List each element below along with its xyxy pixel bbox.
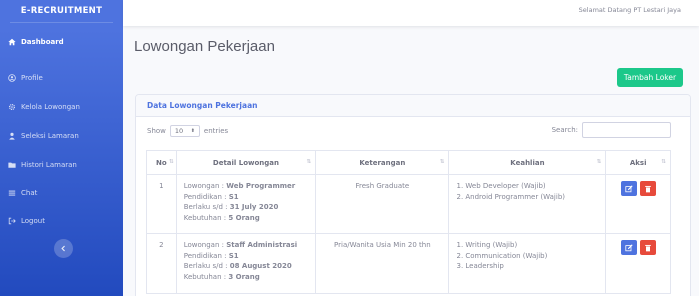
edit-icon xyxy=(625,243,633,252)
cell-aksi xyxy=(605,174,671,234)
header-label: No xyxy=(156,158,167,167)
sidebar-item-label: Kelola Lowongan xyxy=(21,103,80,111)
delete-button[interactable] xyxy=(639,181,656,196)
sidebar-item-chat[interactable]: Chat xyxy=(0,186,123,200)
skill-item: 2. Android Programmer (Wajib) xyxy=(456,192,565,201)
search-input[interactable] xyxy=(582,122,671,138)
edit-button[interactable] xyxy=(620,181,637,196)
skill-item: 1. Web Developer (Wajib) xyxy=(456,182,546,190)
sidebar-item-profile[interactable]: Profile xyxy=(0,71,123,85)
detail-value: 08 August 2020 xyxy=(229,262,292,270)
header-label: Detail Lowongan xyxy=(212,158,280,167)
header-keahlian[interactable]: Keahlian ⇅ xyxy=(448,150,607,175)
page-title: Lowongan Pekerjaan xyxy=(134,38,275,55)
header-no[interactable]: No ⇅ xyxy=(146,150,177,175)
sort-icon: ⇅ xyxy=(169,159,174,165)
sidebar-item-seleksi-lamaran[interactable]: Seleksi Lamaran xyxy=(0,129,123,143)
cell-keterangan: Fresh Graduate xyxy=(315,174,450,234)
detail-key: Kebutuhan : xyxy=(183,213,229,222)
detail-value: 31 July 2020 xyxy=(229,203,279,211)
sidebar-item-label: Seleksi Lamaran xyxy=(21,132,79,140)
detail-value: S1 xyxy=(228,192,239,201)
card-title: Data Lowongan Pekerjaan xyxy=(136,95,690,117)
detail-value: 3 Orang xyxy=(228,272,260,281)
detail-key: Pendidikan : xyxy=(183,192,229,201)
logout-icon xyxy=(8,217,16,225)
cell-keterangan: Pria/Wanita Usia Min 20 thn xyxy=(315,233,450,294)
detail-key: Berlaku s/d : xyxy=(183,262,230,270)
entries-value: 10 xyxy=(174,127,184,135)
chevron-left-icon xyxy=(60,245,67,252)
header-aksi[interactable]: Aksi ⇅ xyxy=(605,150,671,175)
skill-item: 3. Leadership xyxy=(456,262,504,270)
add-job-button[interactable]: Tambah Loker xyxy=(617,68,683,87)
sort-icon: ⇅ xyxy=(596,159,602,165)
folder-icon xyxy=(8,161,16,169)
cell-keahlian: 1. Writing (Wajib) 2. Communication (Waj… xyxy=(448,233,607,294)
sidebar-item-label: Histori Lamaran xyxy=(21,161,77,169)
sidebar-brand[interactable]: E-RECRUITMENT xyxy=(0,0,123,22)
detail-key: Lowongan : xyxy=(183,182,227,190)
sort-icon: ⇅ xyxy=(439,159,445,165)
edit-button[interactable] xyxy=(620,240,637,255)
trash-icon xyxy=(644,244,652,252)
show-label: Show xyxy=(147,127,166,135)
detail-value: Staff Administrasi xyxy=(226,241,298,249)
entries-select[interactable]: 10 ⬍ xyxy=(169,125,200,137)
skill-item: 2. Communication (Wajib) xyxy=(456,251,548,260)
sidebar-toggle-button[interactable] xyxy=(54,239,73,258)
table-row: 2 Lowongan : Staff Administrasi Pendidik… xyxy=(146,233,671,294)
sidebar-item-logout[interactable]: Logout xyxy=(0,214,123,228)
detail-key: Berlaku s/d : xyxy=(183,203,230,211)
trash-icon xyxy=(644,185,652,193)
detail-key: Pendidikan : xyxy=(183,251,229,260)
table-row: 1 Lowongan : Web Programmer Pendidikan :… xyxy=(146,174,671,234)
detail-key: Kebutuhan : xyxy=(183,272,229,281)
select-arrows-icon: ⬍ xyxy=(190,127,195,134)
sidebar-item-label: Profile xyxy=(21,74,43,82)
sort-icon: ⇅ xyxy=(661,159,666,165)
header-keterangan[interactable]: Keterangan ⇅ xyxy=(315,150,450,175)
edit-icon xyxy=(625,184,633,193)
topbar: Selamat Datang PT Lestari Jaya xyxy=(123,0,699,26)
job-table: No ⇅ Detail Lowongan ⇅ Keterangan ⇅ Keahlia… xyxy=(146,150,671,294)
sort-icon: ⇅ xyxy=(306,159,312,165)
home-icon xyxy=(8,38,16,46)
table-controls: Show 10 ⬍ entries Search: xyxy=(136,117,690,141)
sidebar-item-kelola-lowongan[interactable]: Kelola Lowongan xyxy=(0,100,123,114)
skill-item: 1. Writing (Wajib) xyxy=(456,241,518,249)
detail-value: 5 Orang xyxy=(228,213,260,222)
cell-keahlian: 1. Web Developer (Wajib) 2. Android Prog… xyxy=(448,174,607,234)
gear-icon xyxy=(8,103,16,111)
sidebar-item-label: Chat xyxy=(21,189,38,197)
show-entries: Show 10 ⬍ entries xyxy=(147,125,228,137)
header-label: Aksi xyxy=(629,158,647,167)
user-icon xyxy=(8,132,16,140)
detail-value: Web Programmer xyxy=(226,182,296,190)
delete-button[interactable] xyxy=(639,240,656,255)
cell-no: 1 xyxy=(146,174,177,234)
entries-label: entries xyxy=(203,127,229,135)
header-label: Keahlian xyxy=(510,158,545,167)
table-header-row: No ⇅ Detail Lowongan ⇅ Keterangan ⇅ Keahlia… xyxy=(146,150,671,175)
sidebar-divider xyxy=(10,22,113,23)
welcome-text: Selamat Datang PT Lestari Jaya xyxy=(578,6,681,14)
sidebar-item-histori-lamaran[interactable]: Histori Lamaran xyxy=(0,158,123,172)
detail-key: Lowongan : xyxy=(183,241,227,249)
sidebar-item-dashboard[interactable]: Dashboard xyxy=(0,35,123,49)
cell-aksi xyxy=(605,233,671,294)
search-wrap: Search: xyxy=(552,122,671,138)
header-label: Keterangan xyxy=(359,158,406,167)
detail-value: S1 xyxy=(228,251,239,260)
cell-detail: Lowongan : Staff Administrasi Pendidikan… xyxy=(175,233,317,294)
sidebar: E-RECRUITMENT Dashboard Profile Kelola L… xyxy=(0,0,123,296)
sidebar-item-label: Logout xyxy=(21,217,45,225)
menu-icon xyxy=(8,189,16,197)
cell-detail: Lowongan : Web Programmer Pendidikan : S… xyxy=(175,174,317,234)
cell-no: 2 xyxy=(146,233,177,294)
user-circle-icon xyxy=(8,74,16,82)
sidebar-item-label: Dashboard xyxy=(21,38,64,46)
search-label: Search: xyxy=(551,126,578,134)
header-detail[interactable]: Detail Lowongan ⇅ xyxy=(175,150,317,175)
